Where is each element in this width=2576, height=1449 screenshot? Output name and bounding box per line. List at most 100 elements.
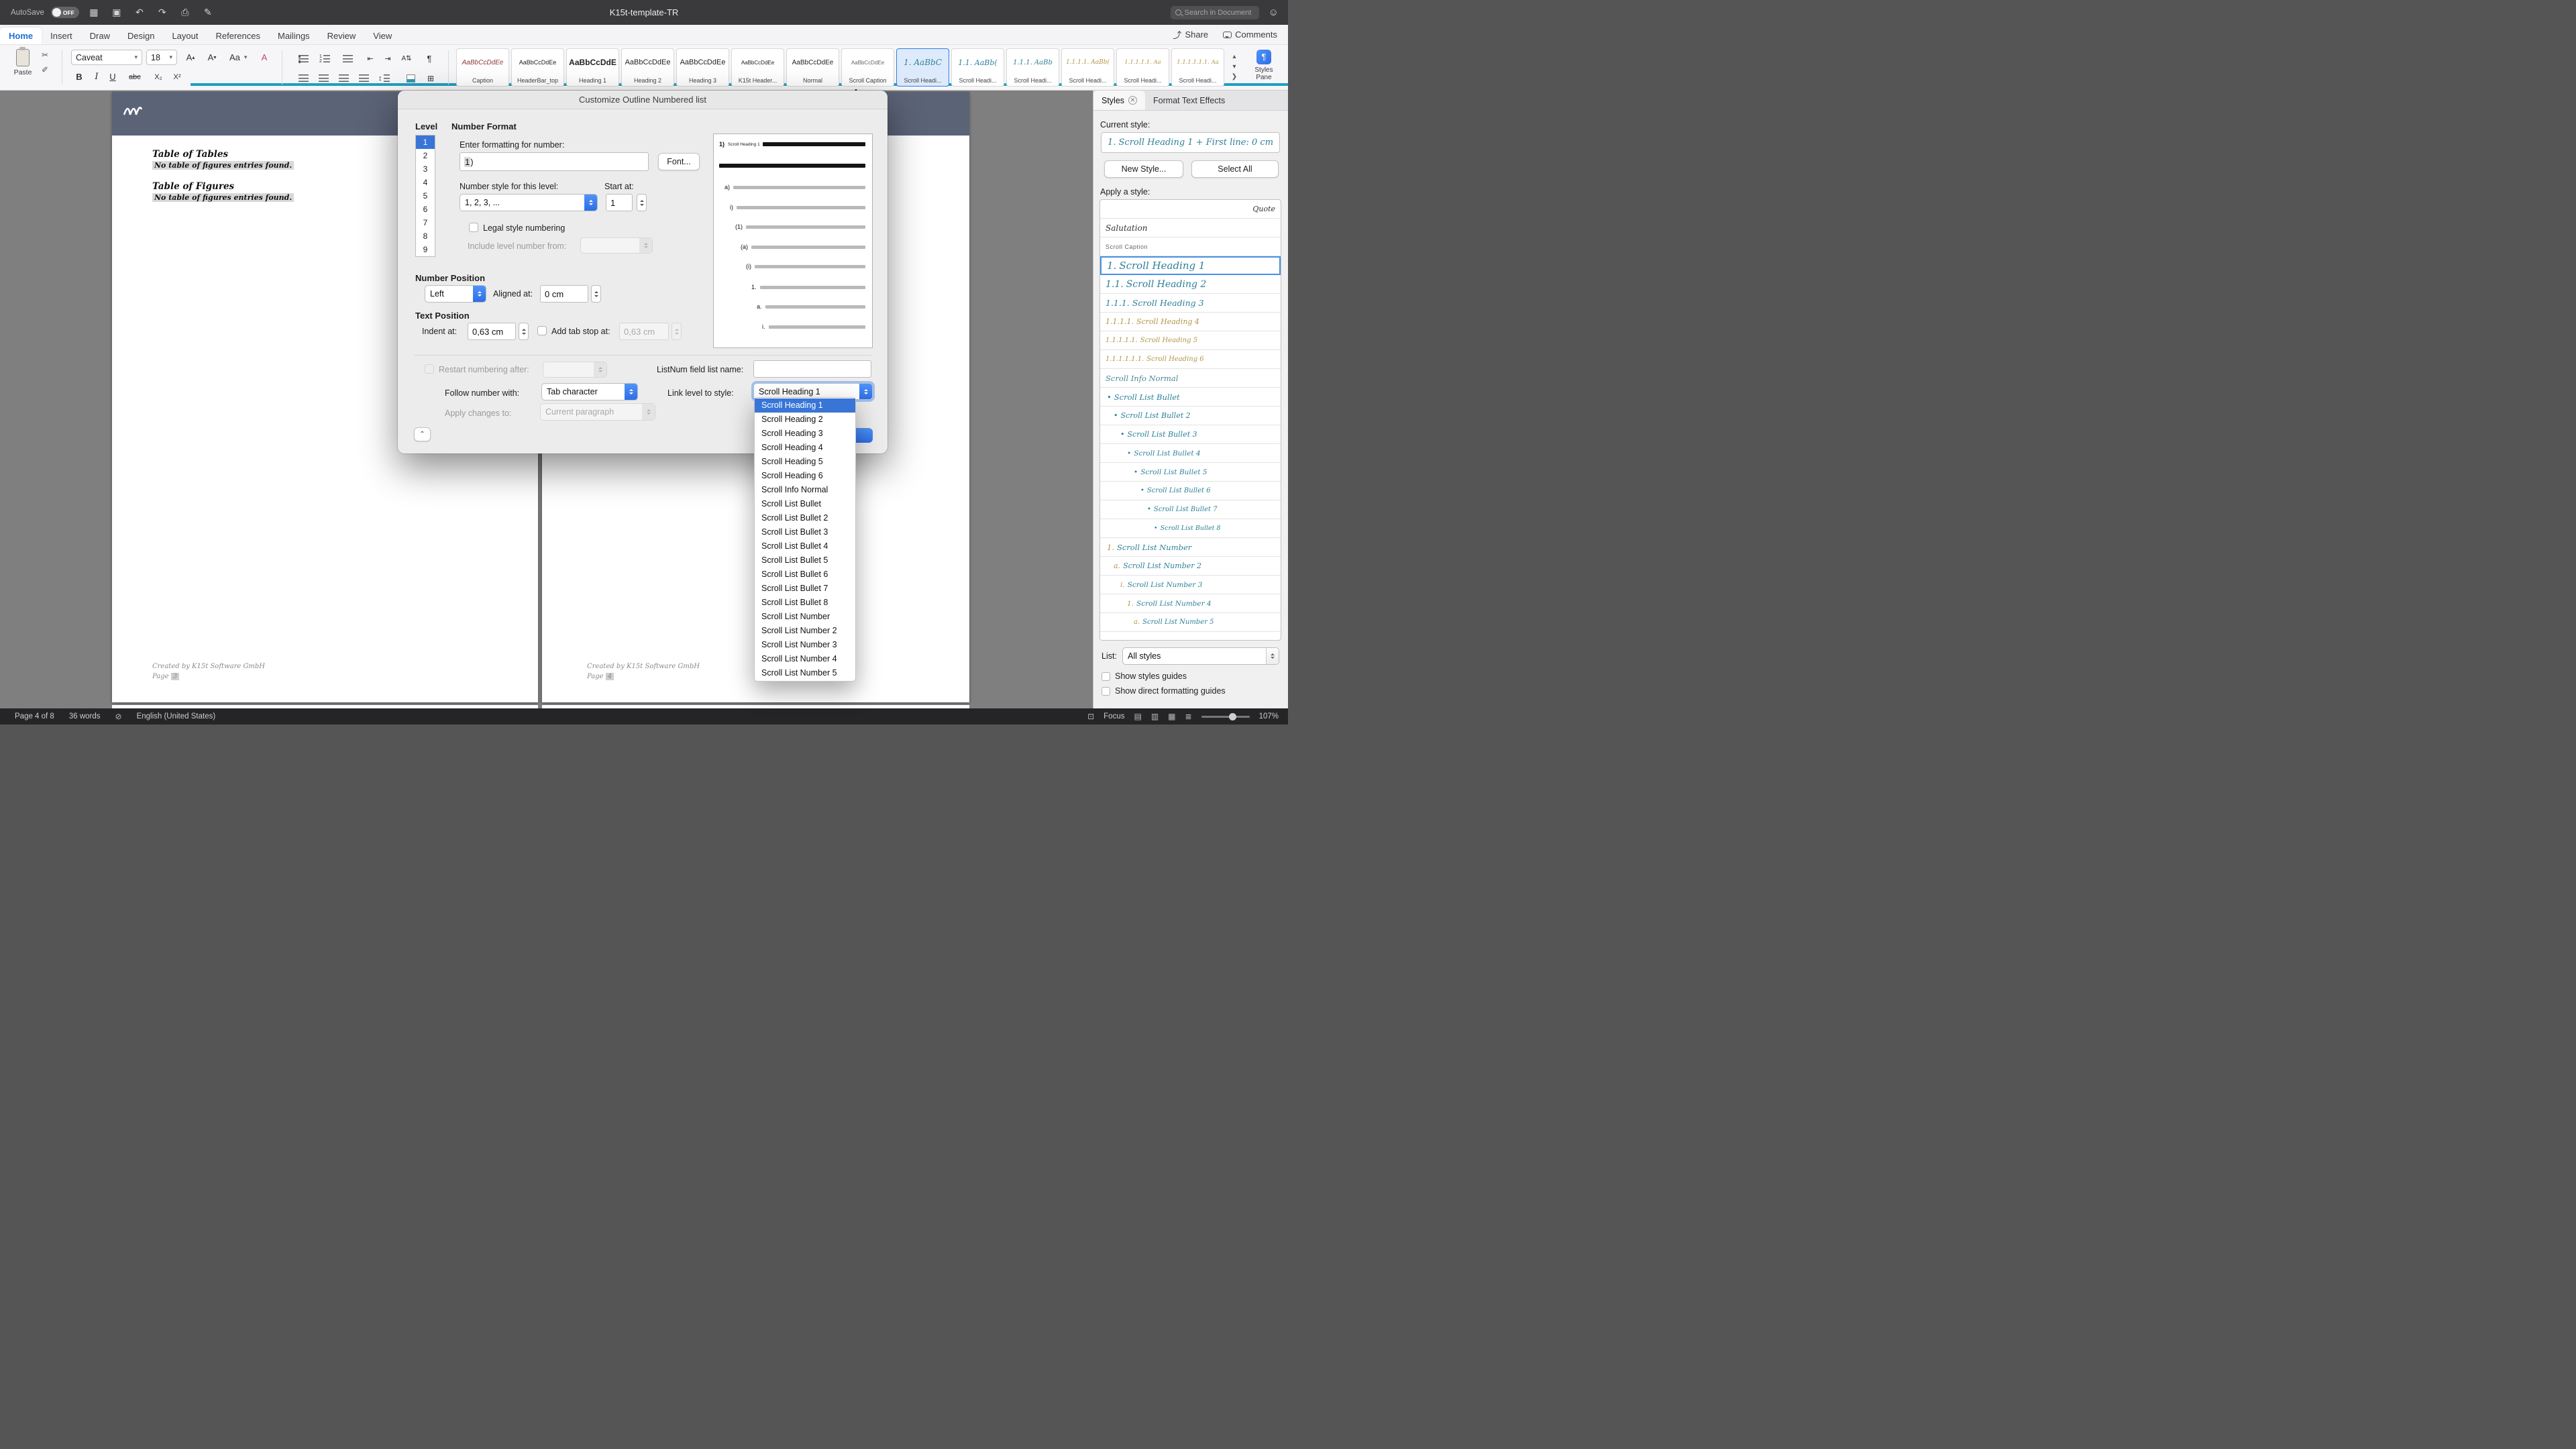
level-option-3[interactable]: 3 [416, 162, 435, 176]
dropdown-option-scroll-heading-1[interactable]: Scroll Heading 1 [755, 398, 855, 413]
language-indicator[interactable]: English (United States) [137, 712, 216, 720]
dialog-title[interactable]: Customize Outline Numbered list [398, 91, 888, 109]
autosave-toggle[interactable]: OFF [51, 7, 79, 18]
save-icon[interactable]: ▣ [109, 7, 125, 18]
show-styles-guides-checkbox[interactable]: Show styles guides [1102, 672, 1187, 681]
dropdown-option-scroll-list-bullet-3[interactable]: Scroll List Bullet 3 [755, 525, 855, 539]
zoom-level[interactable]: 107% [1259, 712, 1279, 720]
tab-insert[interactable]: Insert [42, 28, 81, 44]
style-item-scroll-heading-6[interactable]: 1.1.1.1.1.1.Scroll Heading 6 [1100, 350, 1281, 369]
paste-button[interactable]: Paste [9, 49, 36, 76]
font-size-combobox[interactable]: 18▾ [146, 50, 177, 65]
select-all-button[interactable]: Select All [1191, 160, 1279, 178]
style-item-scroll-list-bullet-4[interactable]: •Scroll List Bullet 4 [1100, 444, 1281, 463]
style-item-scroll-list-bullet[interactable]: •Scroll List Bullet [1100, 388, 1281, 407]
redo-icon[interactable]: ↷ [154, 7, 170, 18]
strikethrough-icon[interactable]: abc [126, 69, 144, 85]
gallery-style-scroll-caption[interactable]: AaBbCcDdEe Scroll Caption [841, 48, 894, 87]
feedback-smiley-icon[interactable]: ☺ [1269, 7, 1279, 18]
style-item-scroll-list-bullet-3[interactable]: •Scroll List Bullet 3 [1100, 425, 1281, 444]
print-icon[interactable]: ⎙ [177, 7, 193, 18]
outline-view-icon[interactable]: ≣ [1185, 712, 1192, 721]
font-name-combobox[interactable]: Caveat▾ [71, 50, 142, 65]
tab-format-text-effects[interactable]: Format Text Effects [1145, 91, 1233, 110]
dropdown-option-scroll-list-bullet-6[interactable]: Scroll List Bullet 6 [755, 568, 855, 582]
list-filter-combobox[interactable]: All styles [1122, 647, 1279, 665]
listnum-field[interactable] [753, 360, 871, 378]
style-item-scroll-heading-2[interactable]: 1.1.Scroll Heading 2 [1100, 275, 1281, 294]
style-item-scroll-heading-5[interactable]: 1.1.1.1.1.Scroll Heading 5 [1100, 331, 1281, 350]
font-button[interactable]: Font... [658, 153, 700, 170]
shading-icon[interactable] [402, 70, 419, 86]
subscript-icon[interactable]: X₂ [150, 69, 166, 85]
add-tab-stop-checkbox[interactable] [537, 326, 547, 335]
indent-at-stepper[interactable] [519, 323, 529, 340]
style-item-quote[interactable]: Quote [1100, 200, 1281, 219]
gallery-style-heading3[interactable]: AaBbCcDdEe Heading 3 [676, 48, 729, 87]
tab-view[interactable]: View [364, 28, 400, 44]
dropdown-option-scroll-list-number-4[interactable]: Scroll List Number 4 [755, 652, 855, 666]
comments-button[interactable]: Comments [1223, 30, 1277, 40]
level-option-2[interactable]: 2 [416, 149, 435, 162]
dropdown-option-scroll-list-bullet-7[interactable]: Scroll List Bullet 7 [755, 582, 855, 596]
dropdown-option-scroll-heading-3[interactable]: Scroll Heading 3 [755, 427, 855, 441]
style-item-scroll-caption[interactable]: Scroll Caption [1100, 237, 1281, 256]
gallery-style-k15t-header[interactable]: AaBbCcDdEe K15t Header... [731, 48, 784, 87]
tab-home[interactable]: Home [0, 28, 42, 44]
level-option-8[interactable]: 8 [416, 229, 435, 243]
gallery-style-scroll-heading2[interactable]: 1.1. AaBb( Scroll Headi... [951, 48, 1004, 87]
aligned-at-stepper[interactable] [591, 285, 601, 303]
show-direct-formatting-checkbox[interactable]: Show direct formatting guides [1102, 686, 1226, 696]
level-option-9[interactable]: 9 [416, 243, 435, 256]
dropdown-option-scroll-list-number-3[interactable]: Scroll List Number 3 [755, 638, 855, 652]
gallery-style-normal[interactable]: AaBbCcDdEe Normal [786, 48, 839, 87]
align-center-icon[interactable] [315, 70, 331, 86]
start-at-field[interactable]: 1 [606, 194, 633, 211]
align-left-icon[interactable] [295, 70, 311, 86]
style-item-scroll-list-number-2[interactable]: a.Scroll List Number 2 [1100, 557, 1281, 576]
style-item-scroll-heading-3[interactable]: 1.1.1.Scroll Heading 3 [1100, 294, 1281, 313]
collapse-dialog-button[interactable]: ⌃ [414, 427, 431, 441]
align-right-icon[interactable] [335, 70, 352, 86]
tab-review[interactable]: Review [319, 28, 365, 44]
tab-mailings[interactable]: Mailings [269, 28, 319, 44]
underline-icon[interactable]: U [105, 69, 121, 85]
dropdown-option-scroll-list-number-2[interactable]: Scroll List Number 2 [755, 624, 855, 638]
read-mode-icon[interactable]: ▤ [1134, 712, 1141, 721]
number-style-combobox[interactable]: 1, 2, 3, ... [460, 194, 598, 211]
gallery-style-scroll-heading4[interactable]: 1.1.1.1. AaBb( Scroll Headi... [1061, 48, 1114, 87]
style-item-scroll-heading-4[interactable]: 1.1.1.1.Scroll Heading 4 [1100, 313, 1281, 331]
indent-at-field[interactable]: 0,63 cm [468, 323, 516, 340]
follow-number-combobox[interactable]: Tab character [541, 383, 638, 400]
share-button[interactable]: ⤴ Share [1173, 28, 1208, 41]
gallery-expand-icon[interactable]: ▴▾❯ [1230, 52, 1239, 82]
style-item-salutation[interactable]: Salutation [1100, 219, 1281, 237]
dropdown-option-scroll-heading-6[interactable]: Scroll Heading 6 [755, 469, 855, 483]
number-format-field[interactable]: 1) [460, 152, 649, 171]
dropdown-option-scroll-heading-5[interactable]: Scroll Heading 5 [755, 455, 855, 469]
dropdown-option-scroll-list-bullet-2[interactable]: Scroll List Bullet 2 [755, 511, 855, 525]
superscript-icon[interactable]: X² [169, 69, 185, 85]
focus-label[interactable]: Focus [1104, 712, 1124, 720]
level-listbox[interactable]: 1 2 3 4 5 6 7 8 9 [415, 135, 435, 257]
clear-formatting-icon[interactable]: A [256, 50, 272, 65]
style-item-scroll-heading-1[interactable]: 1.Scroll Heading 1 [1100, 256, 1281, 275]
tab-styles[interactable]: Styles ✕ [1093, 91, 1145, 110]
styles-pane-button[interactable]: ¶ Styles Pane [1246, 50, 1281, 81]
number-position-combobox[interactable]: Left [425, 285, 486, 303]
dropdown-option-scroll-heading-4[interactable]: Scroll Heading 4 [755, 441, 855, 455]
dropdown-option-scroll-list-number[interactable]: Scroll List Number [755, 610, 855, 624]
gallery-style-scroll-heading5[interactable]: 1.1.1.1.1. Aa Scroll Headi... [1116, 48, 1169, 87]
style-item-scroll-list-bullet-5[interactable]: •Scroll List Bullet 5 [1100, 463, 1281, 482]
dropdown-option-scroll-heading-2[interactable]: Scroll Heading 2 [755, 413, 855, 427]
start-at-stepper[interactable] [637, 194, 647, 211]
search-input[interactable]: Search in Document [1171, 6, 1259, 19]
bold-icon[interactable]: B [71, 69, 87, 85]
zoom-slider-knob[interactable] [1229, 713, 1236, 720]
style-item-scroll-info-normal[interactable]: Scroll Info Normal [1100, 369, 1281, 388]
tab-draw[interactable]: Draw [81, 28, 119, 44]
level-option-6[interactable]: 6 [416, 203, 435, 216]
gallery-style-heading1[interactable]: AaBbCcDdE Heading 1 [566, 48, 619, 87]
cut-icon[interactable]: ✂ [42, 50, 48, 60]
gallery-style-heading2[interactable]: AaBbCcDdEe Heading 2 [621, 48, 674, 87]
